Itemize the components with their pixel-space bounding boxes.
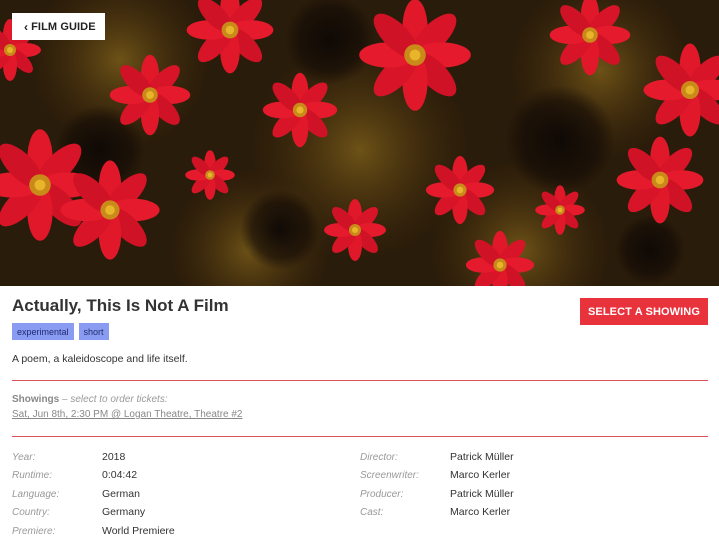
language-label: Language: — [12, 489, 60, 500]
producer-value: Patrick Müller — [450, 488, 514, 500]
film-guide-back-button[interactable]: ‹ FILM GUIDE — [12, 13, 105, 40]
showings-title: Showings — [12, 394, 60, 405]
country-label: Country: — [12, 507, 50, 518]
film-description: A poem, a kaleidoscope and life itself. — [12, 353, 188, 365]
screenwriter-value: Marco Kerler — [450, 469, 511, 481]
producer-label: Producer: — [360, 489, 404, 500]
select-showing-button[interactable]: SELECT A SHOWING — [580, 298, 708, 325]
showings-heading: Showings – select to order tickets: — [12, 394, 168, 405]
year-label: Year: — [12, 452, 36, 463]
showings-hint: – select to order tickets: — [59, 394, 168, 405]
back-button-label: FILM GUIDE — [31, 20, 96, 33]
chevron-left-icon: ‹ — [24, 19, 29, 34]
director-value: Patrick Müller — [450, 451, 514, 463]
flower-field-image — [0, 0, 719, 286]
hero-image: ‹ FILM GUIDE — [0, 0, 719, 286]
cast-label: Cast: — [360, 507, 384, 518]
divider — [12, 380, 708, 381]
divider — [12, 436, 708, 437]
runtime-label: Runtime: — [12, 470, 53, 481]
premiere-label: Premiere: — [12, 526, 56, 537]
year-value: 2018 — [102, 451, 126, 463]
tag-short[interactable]: short — [78, 323, 109, 340]
tag-experimental[interactable]: experimental — [12, 323, 74, 340]
runtime-value: 0:04:42 — [102, 469, 138, 481]
tag-list: experimental short — [12, 323, 109, 340]
showing-link[interactable]: Sat, Jun 8th, 2:30 PM @ Logan Theatre, T… — [12, 409, 242, 420]
screenwriter-label: Screenwriter: — [360, 470, 419, 481]
film-title: Actually, This Is Not A Film — [12, 296, 229, 315]
premiere-value: World Premiere — [102, 525, 175, 537]
language-value: German — [102, 488, 140, 500]
cast-value: Marco Kerler — [450, 506, 511, 518]
country-value: Germany — [102, 506, 146, 518]
director-label: Director: — [360, 452, 398, 463]
